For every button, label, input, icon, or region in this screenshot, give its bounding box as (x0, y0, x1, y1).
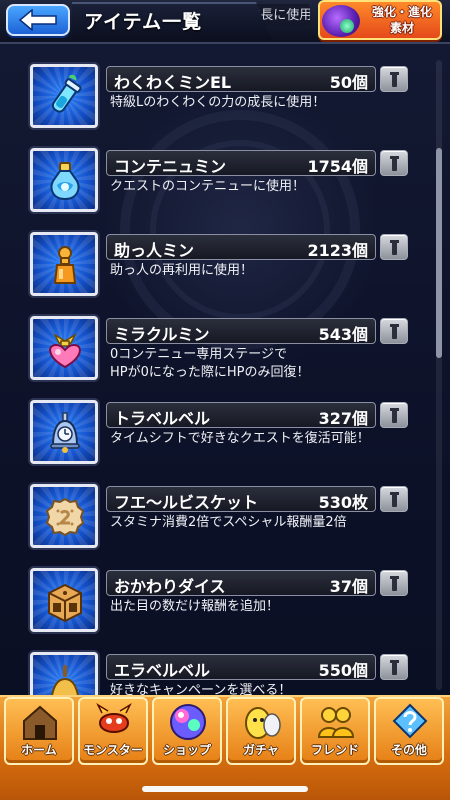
nav-label: その他 (390, 743, 427, 757)
item-description: 特級Lのわくわくの力の成長に使用！ (110, 95, 326, 110)
item-description: 好きなキャンペーンを選べる！ (110, 683, 292, 695)
nav-label: フレンド (310, 743, 359, 757)
upgrade-label-line1: 強化・進化 (371, 5, 432, 19)
potion-bottle-icon (30, 148, 98, 212)
scrollbar-thumb[interactable] (436, 148, 442, 358)
item-count: 1754個 (307, 157, 368, 176)
item-count: 543個 (318, 325, 368, 344)
biscuit-icon (30, 484, 98, 548)
orb-icon (170, 704, 206, 740)
list-item[interactable]: おかわりダイス 37個 出た目の数だけ報酬を追加！ (0, 568, 420, 648)
item-name: エラベルベル (114, 661, 211, 680)
upgrade-label-line2: 素材 (389, 21, 414, 35)
info-button[interactable] (380, 402, 408, 428)
item-description: 助っ人の再利用に使用！ (110, 263, 254, 278)
nav-other[interactable]: その他 (374, 697, 444, 765)
item-description: 出た目の数だけ報酬を追加！ (110, 599, 280, 614)
nav-friend[interactable]: フレンド (300, 697, 370, 765)
list-item[interactable]: フエ〜ルビスケット 530枚 スタミナ消費2倍でスペシャル報酬量2倍 (0, 484, 420, 564)
back-button[interactable] (6, 4, 70, 36)
upgrade-materials-button[interactable]: 強化・進化 素材 (318, 0, 442, 40)
nav-label: ガチャ (243, 743, 279, 757)
item-description: 0コンテニュー専用ステージで HPが0になった際にHPのみ回復！ (110, 347, 310, 380)
dice-icon (30, 568, 98, 632)
list-item[interactable]: わくわくミンEL 50個 特級Lのわくわくの力の成長に使用！ (0, 64, 420, 144)
info-button[interactable] (380, 486, 408, 512)
item-count: 50個 (329, 73, 368, 92)
item-count: 550個 (318, 661, 368, 680)
monster-icon (96, 703, 132, 733)
vial-icon (30, 64, 98, 128)
bottom-nav: ホーム モンスター ショップ ガチャ フレンド その他 (0, 695, 450, 800)
item-description: タイムシフトで好きなクエストを復活可能！ (110, 431, 370, 446)
bell-clock-icon (30, 400, 98, 464)
nav-gacha[interactable]: ガチャ (226, 697, 296, 765)
item-name: 助っ人ミン (114, 241, 195, 260)
upgrade-materials-label: 強化・進化 素材 (364, 4, 440, 36)
list-item[interactable]: コンテニュミン 1754個 クエストのコンテニューに使用！ (0, 148, 420, 228)
nav-label: モンスター (83, 743, 143, 757)
nav-shop[interactable]: ショップ (152, 697, 222, 765)
list-item[interactable]: ミラクルミン 543個 0コンテニュー専用ステージで HPが0になった際にHPの… (0, 316, 420, 396)
home-indicator[interactable] (142, 786, 308, 792)
list-item[interactable]: 助っ人ミン 2123個 助っ人の再利用に使用！ (0, 232, 420, 312)
nav-label: ショップ (162, 743, 211, 757)
info-button[interactable] (380, 570, 408, 596)
item-count: 2123個 (307, 241, 368, 260)
nav-label: ホーム (21, 743, 57, 757)
item-description: クエストのコンテニューに使用！ (110, 179, 306, 194)
item-name: コンテニュミン (114, 157, 227, 176)
friends-icon (317, 707, 355, 738)
header: 特級Lのわくわくの力の成長に使用！ アイテム一覧 強化・進化 素材 (0, 0, 450, 44)
handbell-icon (30, 652, 98, 695)
list-item[interactable]: エラベルベル 550個 好きなキャンペーンを選べる！ (0, 652, 420, 695)
item-name: ミラクルミン (114, 325, 210, 344)
item-count: 530枚 (318, 493, 368, 512)
item-name: トラベルベル (114, 409, 211, 428)
item-list[interactable]: わくわくミンEL 50個 特級Lのわくわくの力の成長に使用！ コンテニュミン 1… (0, 0, 450, 695)
item-name: おかわりダイス (114, 577, 226, 596)
item-description: スタミナ消費2倍でスペシャル報酬量2倍 (110, 515, 347, 530)
info-button[interactable] (380, 150, 408, 176)
heart-potion-icon (30, 316, 98, 380)
nav-home[interactable]: ホーム (4, 697, 74, 765)
info-button[interactable] (380, 234, 408, 260)
item-count: 37個 (329, 577, 368, 596)
info-button[interactable] (380, 654, 408, 680)
nav-monster[interactable]: モンスター (78, 697, 148, 765)
house-icon (23, 705, 57, 740)
other-icon (392, 703, 428, 739)
info-button[interactable] (380, 318, 408, 344)
item-name: わくわくミンEL (114, 73, 232, 92)
info-button[interactable] (380, 66, 408, 92)
list-item[interactable]: トラベルベル 327個 タイムシフトで好きなクエストを復活可能！ (0, 400, 420, 480)
evolution-material-icon (322, 5, 360, 37)
item-name: フエ〜ルビスケット (114, 493, 259, 512)
page-title: アイテム一覧 (84, 11, 203, 33)
back-arrow-icon (18, 9, 57, 31)
gacha-egg-icon (245, 707, 281, 739)
item-count: 327個 (318, 409, 368, 428)
bottle-icon (30, 232, 98, 296)
